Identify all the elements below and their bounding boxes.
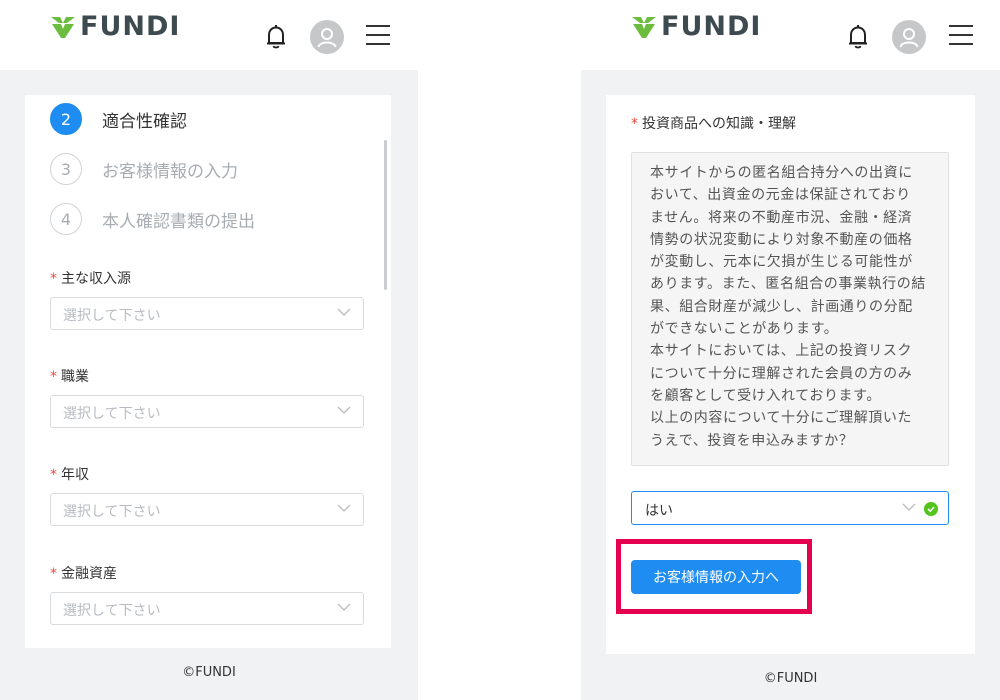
income-source-label: * 主な収入源 <box>50 271 131 287</box>
step-4: 4 本人確認書類の提出 <box>50 203 255 235</box>
answer-select[interactable]: はい <box>631 491 949 525</box>
notice-line: 情勢の状況変動により対象不動産の価格 <box>650 231 913 248</box>
income-source-select[interactable]: 選択して下さい <box>50 297 364 330</box>
financial-assets-select[interactable]: 選択して下さい <box>50 592 364 625</box>
required-mark: * <box>631 116 638 132</box>
footer-copyright: ©FUNDI <box>763 671 818 686</box>
required-mark: * <box>50 271 57 287</box>
leaf-logo-icon <box>51 17 75 38</box>
notice-line: について十分に理解された会員の方のみ <box>650 365 913 382</box>
required-mark: * <box>50 467 57 483</box>
step-number: 3 <box>50 153 82 185</box>
check-circle-icon <box>924 502 938 516</box>
logo-text: FUNDI <box>661 11 762 42</box>
avatar[interactable] <box>892 20 926 54</box>
select-placeholder: 選択して下さい <box>63 308 161 324</box>
notice-line: 果、組合財産が減少し、計画通りの分配 <box>650 298 913 315</box>
required-mark: * <box>50 566 57 582</box>
step-number: 4 <box>50 203 82 235</box>
occupation-label: * 職業 <box>50 369 89 385</box>
notice-line: あります。また、匿名組合の事業執行の結 <box>650 276 926 293</box>
bell-icon[interactable] <box>265 24 287 50</box>
notice-line: うえで、投資を申込みますか？ <box>650 432 854 449</box>
select-placeholder: 選択して下さい <box>63 603 161 619</box>
step-label: 本人確認書類の提出 <box>102 211 255 232</box>
leaf-logo-icon <box>632 17 656 38</box>
step-label: 適合性確認 <box>102 111 187 132</box>
logo-text: FUNDI <box>80 11 181 42</box>
fundi-logo[interactable]: FUNDI <box>50 13 180 41</box>
form-card: * 投資商品への知識・理解 本サイトからの匿名組合持分への出資に おいて、出資金の… <box>606 95 975 654</box>
left-screen: FUNDI 2 適合性確認 3 お客様情報の入力 4 本人確認書類の提出 * 主… <box>0 0 418 700</box>
chevron-down-icon <box>337 504 351 512</box>
hamburger-menu-icon[interactable] <box>366 25 390 45</box>
step-3: 3 お客様情報の入力 <box>50 153 238 185</box>
selected-value: はい <box>645 503 673 519</box>
form-card: 2 適合性確認 3 お客様情報の入力 4 本人確認書類の提出 * 主な収入源 選択… <box>25 95 391 648</box>
next-customer-info-button[interactable]: お客様情報の入力へ <box>631 560 801 594</box>
scrollbar[interactable] <box>384 140 387 290</box>
select-placeholder: 選択して下さい <box>63 406 161 422</box>
avatar[interactable] <box>310 20 344 54</box>
header: FUNDI <box>581 0 1000 70</box>
notice-line: ません。将来の不動産市況、金融・経済 <box>650 209 913 226</box>
chevron-down-icon <box>337 603 351 611</box>
user-icon <box>317 28 337 48</box>
chevron-down-icon <box>902 503 916 511</box>
select-placeholder: 選択して下さい <box>63 504 161 520</box>
hamburger-menu-icon[interactable] <box>949 25 973 45</box>
header: FUNDI <box>0 0 418 70</box>
risk-notice-box: 本サイトからの匿名組合持分への出資に おいて、出資金の元金は保証されており ませ… <box>631 152 949 466</box>
notice-line: 本サイトからの匿名組合持分への出資に <box>650 165 913 181</box>
annual-income-select[interactable]: 選択して下さい <box>50 493 364 526</box>
step-label: お客様情報の入力 <box>102 161 238 182</box>
fundi-logo[interactable]: FUNDI <box>631 13 761 41</box>
notice-line: ができないことがあります。 <box>650 321 839 338</box>
notice-line: が変動し、元本に欠損が生じる可能性が <box>650 254 913 271</box>
knowledge-question-label: * 投資商品への知識・理解 <box>631 116 796 132</box>
bell-icon[interactable] <box>847 24 869 50</box>
annual-income-label: * 年収 <box>50 467 89 483</box>
user-icon <box>899 28 919 48</box>
notice-line: 以上の内容について十分にご理解頂いた <box>650 410 913 427</box>
occupation-select[interactable]: 選択して下さい <box>50 395 364 428</box>
notice-line: おいて、出資金の元金は保証されており <box>650 187 911 204</box>
chevron-down-icon <box>337 308 351 316</box>
notice-line: を顧客として受け入れております。 <box>650 387 881 404</box>
right-screen: FUNDI * 投資商品への知識・理解 本サイトからの匿名組合持分への出資に おい… <box>581 0 1000 700</box>
step-2: 2 適合性確認 <box>50 103 187 135</box>
financial-assets-label: * 金融資産 <box>50 566 117 582</box>
required-mark: * <box>50 369 57 385</box>
notice-line: 本サイトにおいては、上記の投資リスク <box>650 343 913 360</box>
chevron-down-icon <box>337 406 351 414</box>
step-number: 2 <box>50 103 82 135</box>
footer-copyright: ©FUNDI <box>182 665 236 680</box>
